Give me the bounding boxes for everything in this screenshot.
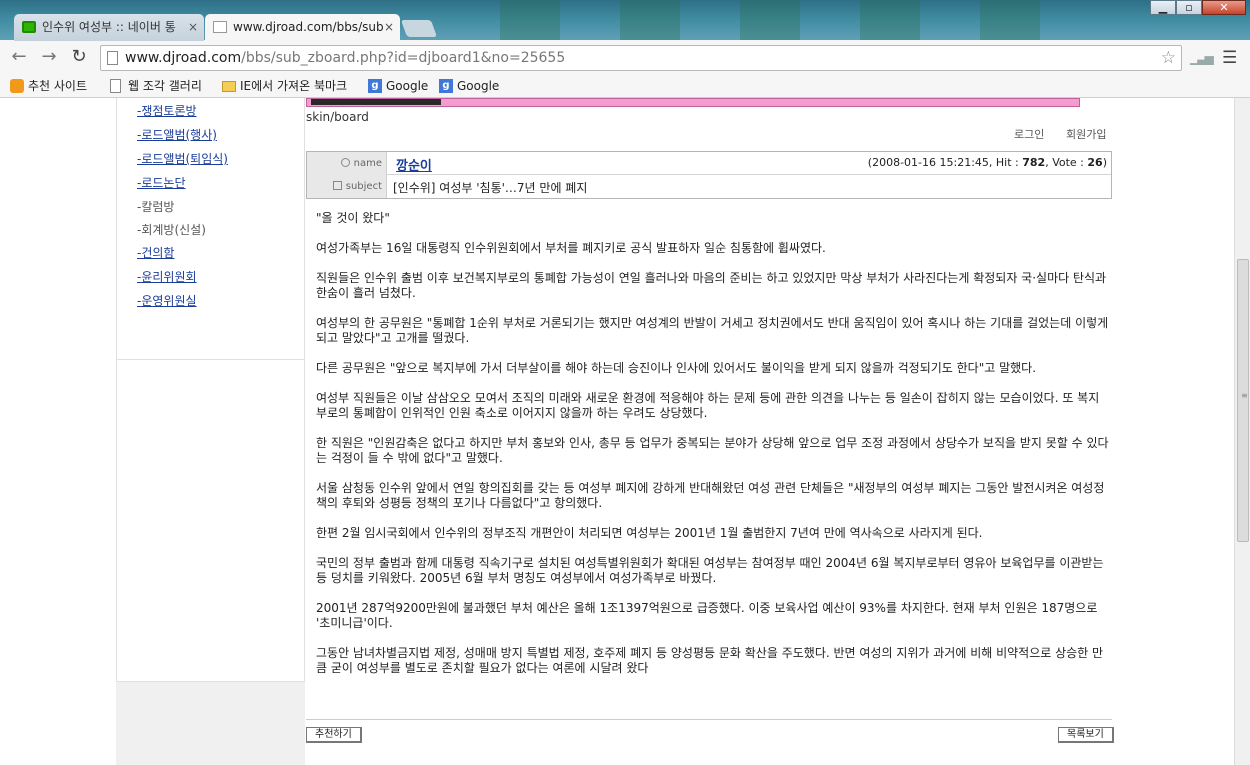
- nav-item-suggestion-box[interactable]: -건의함: [137, 244, 174, 261]
- tab-naver[interactable]: 인수위 여성부 :: 네이버 통 ×: [14, 14, 204, 41]
- scroll-grip-icon: ≡: [1241, 391, 1248, 400]
- article-body: "올 것이 왔다" 여성가족부는 16일 대통령직 인수위원회에서 부처를 폐지…: [316, 211, 1110, 691]
- subject-label: subject: [307, 175, 387, 198]
- vote-label: , Vote :: [1045, 156, 1088, 169]
- bookmark-google-2[interactable]: g Google: [437, 77, 499, 95]
- close-icon[interactable]: ×: [188, 14, 198, 41]
- star-bookmark-icon: [10, 79, 24, 93]
- post-header: name 깡순이 (2008-01-16 15:21:45, Hit : 782…: [306, 151, 1112, 199]
- bookmark-google-1[interactable]: g Google: [366, 77, 428, 95]
- bookmarks-bar: 추천 사이트 웹 조각 갤러리 IE에서 가져온 북마크 g Google g …: [0, 74, 1250, 98]
- hit-count: 782: [1022, 156, 1046, 169]
- recommend-button[interactable]: 추천하기: [306, 727, 362, 743]
- new-tab-button[interactable]: [400, 20, 438, 37]
- post-date: (2008-01-16 15:21:45, Hit :: [867, 156, 1023, 169]
- page-icon: [110, 79, 121, 93]
- nav-item-steering-committee[interactable]: -운영위원실: [137, 292, 197, 309]
- extension-bars-icon[interactable]: ▁▃▅: [1190, 51, 1214, 65]
- address-bar[interactable]: www.djroad.com/bbs/sub_zboard.php?id=djb…: [100, 45, 1182, 71]
- article-paragraph: 서울 삼청동 인수위 앞에서 연일 항의집회를 갖는 등 여성부 폐지에 강하게…: [316, 481, 1105, 510]
- article-paragraph: 직원들은 인수위 출범 이후 보건복지부로의 통폐합 가능성이 연일 흘러나와 …: [316, 271, 1107, 300]
- article-paragraph: 여성부 직원들은 이날 삼삼오오 모여서 조직의 미래와 새로운 환경에 적응해…: [316, 391, 1100, 420]
- reload-icon[interactable]: ↻: [68, 46, 90, 68]
- article-paragraph: 2001년 287억9200만원에 불과했던 부처 예산은 올해 1조1397억…: [316, 601, 1098, 630]
- page-viewport: -쟁점토론방 -로드앨범(행사) -로드앨범(퇴임식) -로드논단 -칼럼방 -…: [0, 98, 1234, 765]
- window-close-button[interactable]: ✕: [1202, 0, 1246, 15]
- login-link[interactable]: 로그인: [1014, 126, 1044, 142]
- minimize-button[interactable]: ▁: [1150, 0, 1176, 15]
- bookmark-ie-imported[interactable]: IE에서 가져온 북마크: [220, 77, 347, 95]
- nav-item-accounting: -회계방(신설): [137, 223, 206, 237]
- scrollbar-thumb[interactable]: ≡: [1237, 259, 1249, 542]
- browser-toolbar: ← → ↻ www.djroad.com/bbs/sub_zboard.php?…: [0, 40, 1250, 74]
- page-icon: [107, 51, 118, 65]
- address-host: www.djroad.com: [125, 50, 242, 66]
- list-button[interactable]: 목록보기: [1058, 727, 1114, 743]
- skin-path-text: skin/board: [306, 110, 369, 124]
- vertical-scrollbar[interactable]: ≡: [1234, 98, 1250, 765]
- join-link[interactable]: 회원가입: [1066, 126, 1106, 142]
- pink-banner: [306, 98, 1080, 107]
- google-icon: g: [368, 79, 382, 93]
- nav-item-album-retirement[interactable]: -로드앨범(퇴임식): [137, 150, 228, 167]
- address-path: /bbs/sub_zboard.php?id=djboard1&no=25655: [241, 50, 566, 66]
- close-icon[interactable]: ×: [384, 14, 394, 41]
- article-paragraph: 국민의 정부 출범과 함께 대통령 직속기구로 설치된 여성특별위원회가 확대된…: [316, 556, 1104, 585]
- forward-arrow-icon[interactable]: →: [38, 46, 60, 68]
- tab-djroad[interactable]: www.djroad.com/bbs/sub ×: [205, 14, 400, 41]
- folder-icon: [222, 81, 236, 92]
- naver-favicon-icon: [22, 21, 36, 33]
- tab-label: www.djroad.com/bbs/sub: [233, 20, 384, 34]
- document-icon: [332, 181, 342, 190]
- back-arrow-icon[interactable]: ←: [8, 46, 30, 68]
- post-subject: [인수위] 여성부 '침통'…7년 만에 폐지: [393, 181, 588, 195]
- article-paragraph: 한편 2월 임시국회에서 인수위의 정부조직 개편안이 처리되면 여성부는 20…: [316, 526, 983, 540]
- name-label-text: name: [353, 158, 382, 169]
- article-paragraph: 그동안 남녀차별금지법 제정, 성매매 방지 특별법 제정, 호주제 폐지 등 …: [316, 646, 1104, 675]
- left-sidebar-footer: [116, 682, 305, 765]
- article-paragraph: 여성가족부는 16일 대통령직 인수위원회에서 부처를 폐지키로 공식 발표하자…: [316, 241, 826, 255]
- article-paragraph: 다른 공무원은 "앞으로 복지부에 가서 더부살이를 해야 하는데 승진이나 인…: [316, 361, 1037, 375]
- page-favicon-icon: [213, 21, 227, 33]
- bookmark-label: 추천 사이트: [28, 79, 88, 93]
- nav-item-album-events[interactable]: -로드앨범(행사): [137, 126, 217, 143]
- nav-item-column: -칼럼방: [137, 200, 175, 214]
- nav-item-ethics-committee[interactable]: -윤리위원회: [137, 268, 197, 285]
- post-meta: (2008-01-16 15:21:45, Hit : 782, Vote : …: [868, 156, 1107, 169]
- person-icon: [340, 158, 350, 167]
- article-paragraph: "올 것이 왔다": [316, 211, 390, 225]
- bookmark-web-slice-gallery[interactable]: 웹 조각 갤러리: [108, 77, 202, 95]
- nav-item-road-opinion[interactable]: -로드논단: [137, 174, 186, 191]
- nav-item-debate[interactable]: -쟁점토론방: [137, 102, 197, 119]
- meta-close: ): [1102, 156, 1107, 169]
- footer-divider: [306, 719, 1112, 720]
- google-icon: g: [439, 79, 453, 93]
- banner-image: [311, 99, 441, 105]
- menu-hamburger-icon[interactable]: ☰: [1222, 48, 1237, 68]
- author-link[interactable]: 깡순이: [396, 155, 432, 174]
- name-label: name: [307, 152, 387, 175]
- left-sidebar-panel: [116, 360, 305, 682]
- bookmark-recommended-sites[interactable]: 추천 사이트: [8, 77, 87, 95]
- maximize-button[interactable]: ▫: [1176, 0, 1202, 15]
- bookmark-label: 웹 조각 갤러리: [128, 79, 202, 93]
- bookmark-star-icon[interactable]: ☆: [1161, 46, 1176, 70]
- article-paragraph: 한 직원은 "인원감축은 없다고 하지만 부처 홍보와 인사, 총무 등 업무가…: [316, 436, 1109, 465]
- tab-label: 인수위 여성부 :: 네이버 통: [42, 20, 176, 34]
- left-navigation: -쟁점토론방 -로드앨범(행사) -로드앨범(퇴임식) -로드논단 -칼럼방 -…: [116, 98, 305, 360]
- article-paragraph: 여성부의 한 공무원은 "통폐합 1순위 부처로 거론되기는 했지만 여성계의 …: [316, 316, 1109, 345]
- bookmark-label: IE에서 가져온 북마크: [240, 79, 348, 93]
- post-name-row: name 깡순이 (2008-01-16 15:21:45, Hit : 782…: [307, 152, 1111, 175]
- vote-count: 26: [1087, 156, 1103, 169]
- post-subject-row: subject [인수위] 여성부 '침통'…7년 만에 폐지: [307, 175, 1111, 198]
- bookmark-label: Google: [386, 79, 429, 93]
- subject-label-text: subject: [345, 181, 382, 192]
- bookmark-label: Google: [457, 79, 500, 93]
